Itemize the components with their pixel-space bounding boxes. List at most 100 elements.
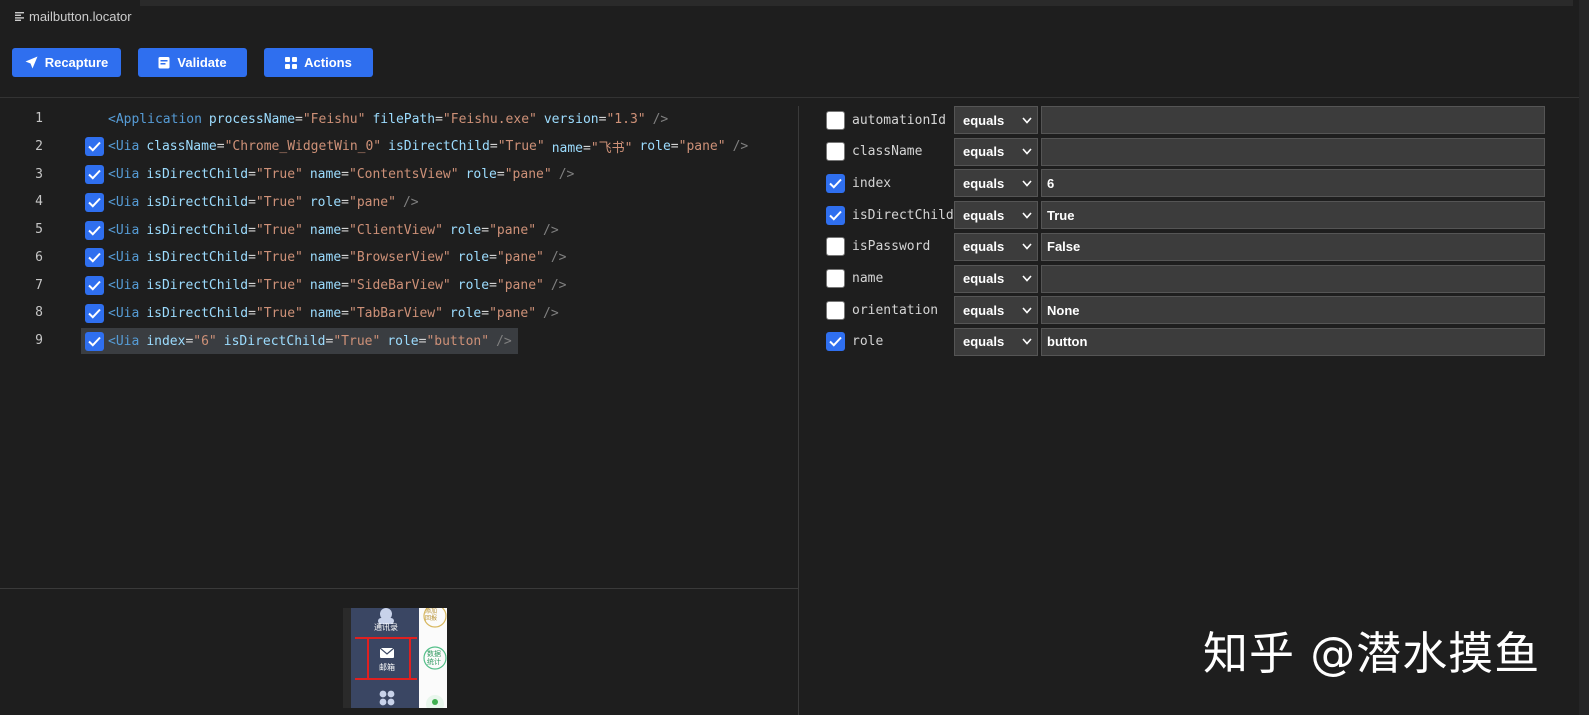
property-checkbox[interactable] [826,173,845,193]
operator-select[interactable]: equals [954,264,1038,293]
line-checkbox[interactable] [85,276,104,295]
code-line[interactable]: <Uia className="Chrome_WidgetWin_0" isDire… [81,134,754,160]
validate-label: Validate [177,55,227,70]
attribute-name: isDirectChild [146,194,249,210]
code-line[interactable]: <Uia isDirectChild="True" name="TabBarView… [81,300,565,326]
property-value-input[interactable]: None [1041,296,1545,325]
property-value-input[interactable]: 6 [1041,169,1545,198]
operator-select[interactable]: equals [954,169,1038,198]
vertical-scrollbar[interactable] [1579,0,1589,715]
chevron-down-icon [1022,148,1032,155]
code-content: <Uia isDirectChild="True" name="BrowserVie… [108,250,567,265]
property-checkbox[interactable] [826,300,845,320]
xml-attribute: role="pane" [466,167,552,182]
line-number: 2 [35,138,43,154]
equals-sign: = [341,278,349,293]
code-content: <Uia isDirectChild="True" role="pane"/> [108,195,419,210]
property-value-input[interactable] [1041,137,1545,166]
property-value-input[interactable] [1041,264,1545,293]
toolbar: Recapture Validate Actions [12,48,373,77]
line-checkbox[interactable] [85,220,104,240]
attribute-name: isDirectChild [146,167,249,182]
code-editor[interactable]: 1 <Application processName="Feishu" filePat… [0,98,797,588]
attribute-value: "ContentsView" [349,167,459,182]
code-content: <Uia isDirectChild="True" name="SideBarVie… [108,278,567,293]
operator-select[interactable]: equals [954,201,1038,230]
operator-select[interactable]: equals [954,137,1038,166]
attribute-value: "pane" [349,194,396,210]
property-value-input[interactable] [1041,106,1545,134]
property-checkbox[interactable] [826,332,845,352]
line-checkbox[interactable] [85,248,104,268]
property-checkbox[interactable] [826,269,845,288]
code-line[interactable]: <Application processName="Feishu" filePath… [81,106,674,132]
panel-divider[interactable] [798,106,799,715]
line-number: 5 [35,222,43,237]
attribute-name: name [309,250,342,266]
property-checkbox[interactable] [826,110,845,130]
property-value-input[interactable]: False [1041,232,1545,261]
code-content: <Uia index="6" isDirectChild="True" role="b… [108,334,512,349]
file-tab[interactable]: mailbutton.locator [15,9,132,24]
line-checkbox[interactable] [85,331,104,351]
property-row: className equals [826,137,1545,166]
code-line[interactable]: <Uia isDirectChild="True" role="pane"/> [81,189,425,215]
attribute-name: role [457,278,490,293]
xml-attribute: isDirectChild="True" [224,334,381,349]
attribute-name: role [465,167,497,182]
code-line[interactable]: <Uia index="6" isDirectChild="True" role="b… [81,328,518,354]
line-checkbox[interactable] [85,165,104,184]
preview-divider[interactable] [0,588,798,589]
xml-attribute: isDirectChild="True" [146,195,303,210]
xml-tag: <Uia [108,167,140,182]
attribute-name: role [309,194,342,210]
operator-select[interactable]: equals [954,327,1038,356]
attribute-name: isDirectChild [388,139,490,155]
operator-select[interactable]: equals [954,232,1038,261]
xml-tag: <Application [108,111,202,127]
attribute-value: "1.3" [606,111,646,127]
checkmark-icon [88,308,101,319]
preview-mail-label: 邮箱 [379,663,395,672]
attribute-name: isDirectChild [146,305,249,321]
code-line[interactable]: <Uia isDirectChild="True" name="ClientView… [81,217,565,243]
operator-value: equals [963,175,1005,191]
attribute-value: "pane" [678,139,726,155]
attribute-value: "True" [333,333,381,349]
recapture-button[interactable]: Recapture [12,48,121,77]
property-checkbox[interactable] [826,237,845,257]
property-checkbox[interactable] [826,142,845,162]
code-line[interactable]: <Uia isDirectChild="True" name="BrowserVie… [81,245,573,271]
attribute-name: version [543,111,599,127]
chevron-down-icon [1022,338,1032,346]
line-checkbox[interactable] [85,137,104,157]
xml-attribute: version="1.3" [544,112,646,127]
operator-select[interactable]: equals [954,296,1038,325]
line-number: 3 [35,166,43,182]
operator-select[interactable]: equals [954,106,1038,134]
property-value-input[interactable]: True [1041,201,1545,230]
xml-self-close: /> [496,333,512,349]
code-line[interactable]: <Uia isDirectChild="True" name="ContentsVi… [81,162,580,188]
property-value-input[interactable]: button [1041,327,1545,356]
equals-sign: = [670,139,679,155]
actions-button[interactable]: Actions [264,48,373,77]
line-checkbox[interactable] [85,303,104,323]
grid-icon [285,56,298,69]
attribute-name: isDirectChild [223,333,326,349]
property-row: role equals button [826,327,1545,356]
equals-sign: = [496,167,505,182]
title-bar: mailbutton.locator [0,0,1589,36]
property-row: isDirectChild equals True [826,201,1545,230]
validate-button[interactable]: Validate [138,48,247,77]
property-checkbox[interactable] [826,205,845,225]
xml-attribute: isDirectChild="True" [146,306,303,321]
line-checkbox[interactable] [85,192,104,212]
chevron-down-icon [1022,116,1032,124]
equals-sign: = [341,305,349,321]
checkmark-icon [88,280,101,291]
attribute-value: "button" [426,333,490,349]
xml-attribute: name="飞书" [552,137,633,156]
code-line[interactable]: <Uia isDirectChild="True" name="SideBarVie… [81,273,573,299]
attribute-name: className [146,139,217,155]
